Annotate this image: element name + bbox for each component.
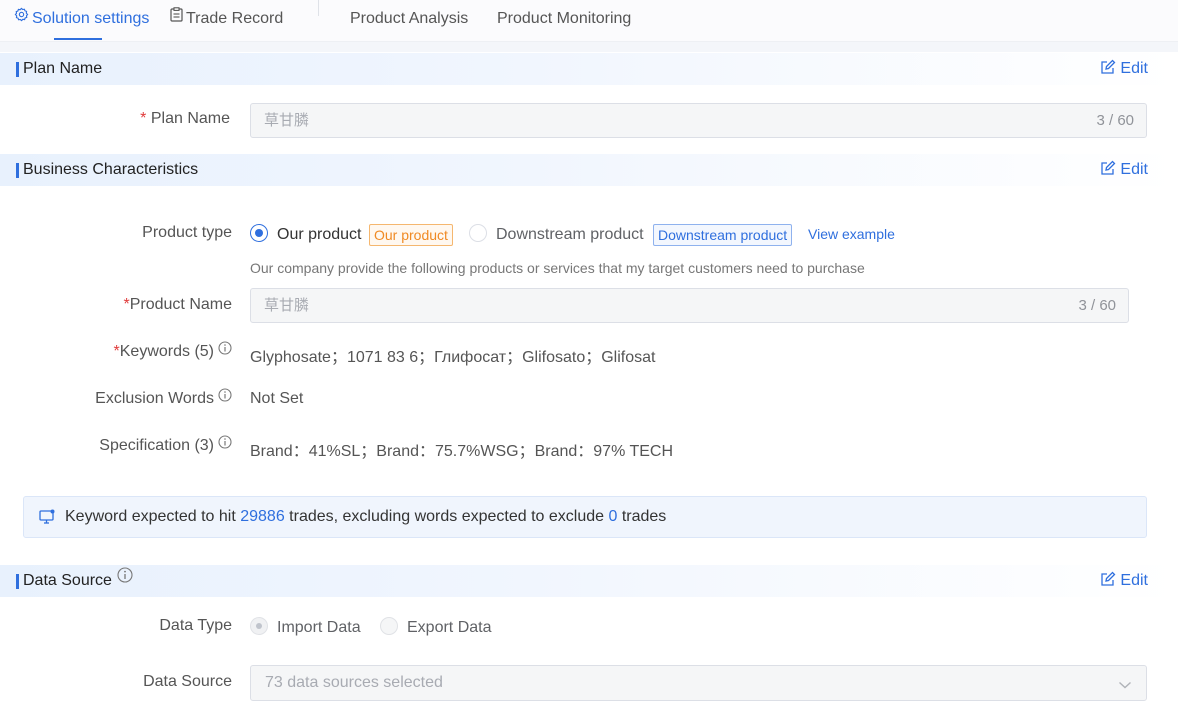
tab-solution-settings[interactable]: Solution settings [14,0,149,42]
keywords-label-text: Keywords (5) [119,343,214,360]
exclusion-words-value: Not Set [250,390,304,407]
section-title: Data Source [23,565,133,597]
specification-label: Specification (3) [99,435,232,455]
info-icon[interactable] [218,388,232,407]
product-name-char-count: 3 / 60 [1078,297,1116,314]
section-title: Business Characteristics [23,161,199,178]
edit-data-source-button[interactable]: Edit [1100,565,1148,597]
specification-label-text: Specification (3) [99,437,214,454]
radio-label: Export Data [407,619,492,636]
radio-import-data[interactable]: Import Data [250,617,361,638]
info-icon[interactable] [117,563,133,595]
notice-text: Keyword expected to hit 29886 trades, ex… [65,497,666,537]
product-type-hint: Our company provide the following produc… [250,260,865,276]
active-tab-indicator [54,38,102,40]
radio-export-data[interactable]: Export Data [380,617,492,638]
section-accent-bar [16,62,19,77]
chevron-down-icon [1118,677,1132,695]
plan-name-value: 草甘膦 [264,112,310,129]
tab-divider [318,0,319,16]
edit-label: Edit [1120,572,1148,589]
required-mark: * [140,110,147,127]
notice-suffix: trades [617,508,667,525]
radio-our-product[interactable]: Our product [250,224,362,245]
tab-label: Trade Record [186,10,284,27]
data-type-label: Data Type [159,617,232,634]
radio-downstream-product[interactable]: Downstream product [469,224,644,245]
tag-our-product: Our product [369,224,453,246]
product-name-label: *Product Name [124,296,233,314]
section-accent-bar [16,163,19,178]
tab-label: Solution settings [32,10,150,27]
section-title: Plan Name [23,60,103,77]
section-header-plan-name: Plan Name Edit [0,53,1178,85]
top-tab-bar: Solution settings Trade Record Product A… [0,0,1178,42]
radio-label: Import Data [277,619,361,636]
edit-label: Edit [1120,60,1148,77]
header-gap [0,42,1178,52]
plan-name-input[interactable]: 草甘膦 3 / 60 [250,103,1147,138]
notice-middle: trades, excluding words expected to excl… [284,508,609,525]
section-header-business: Business Characteristics Edit [0,154,1178,186]
edit-label: Edit [1120,161,1148,178]
edit-business-button[interactable]: Edit [1100,154,1148,186]
edit-plan-button[interactable]: Edit [1100,53,1148,85]
product-name-value: 草甘膦 [264,297,310,314]
plan-name-label-text: Plan Name [150,110,230,127]
monitor-icon [39,509,55,530]
data-source-value: 73 data sources selected [265,674,443,691]
keywords-value: Glyphosate；1071 83 6；Глифосат；Glifosato；… [250,349,656,366]
section-accent-bar [16,574,19,589]
plan-name-char-count: 3 / 60 [1096,112,1134,129]
view-example-link[interactable]: View example [808,226,895,242]
tag-downstream-product: Downstream product [653,224,793,246]
info-icon[interactable] [218,435,232,454]
radio-dot [380,617,398,636]
edit-icon [1101,571,1116,586]
clipboard-icon [170,0,183,36]
product-name-label-text: Product Name [129,296,232,313]
exclusion-words-label: Exclusion Words [95,388,232,408]
section-title-text: Data Source [23,572,112,589]
data-source-label: Data Source [143,673,232,690]
radio-dot [469,224,487,243]
specification-value: Brand：41%SL；Brand：75.7%WSG；Brand：97% TEC… [250,443,674,460]
gear-icon [14,0,29,36]
info-icon[interactable] [218,341,232,360]
product-type-label: Product type [142,224,232,241]
tab-trade-record[interactable]: Trade Record [170,0,283,42]
edit-icon [1101,160,1116,175]
radio-label: Downstream product [496,226,644,243]
plan-name-label: * Plan Name [140,110,230,128]
radio-dot-checked [250,617,268,636]
tab-product-analysis[interactable]: Product Analysis [350,0,468,42]
edit-icon [1101,59,1116,74]
keywords-label: *Keywords (5) [114,341,232,361]
section-header-data-source: Data Source Edit [0,565,1178,597]
product-name-input[interactable]: 草甘膦 3 / 60 [250,288,1129,323]
notice-prefix: Keyword expected to hit [65,508,241,525]
data-source-select[interactable]: 73 data sources selected [250,665,1147,701]
hit-count: 29886 [240,508,285,525]
exclusion-label-text: Exclusion Words [95,390,214,407]
tab-product-monitoring[interactable]: Product Monitoring [497,0,631,42]
keyword-hit-notice: Keyword expected to hit 29886 trades, ex… [23,496,1147,538]
radio-dot-checked [250,224,268,243]
radio-label: Our product [277,226,362,243]
